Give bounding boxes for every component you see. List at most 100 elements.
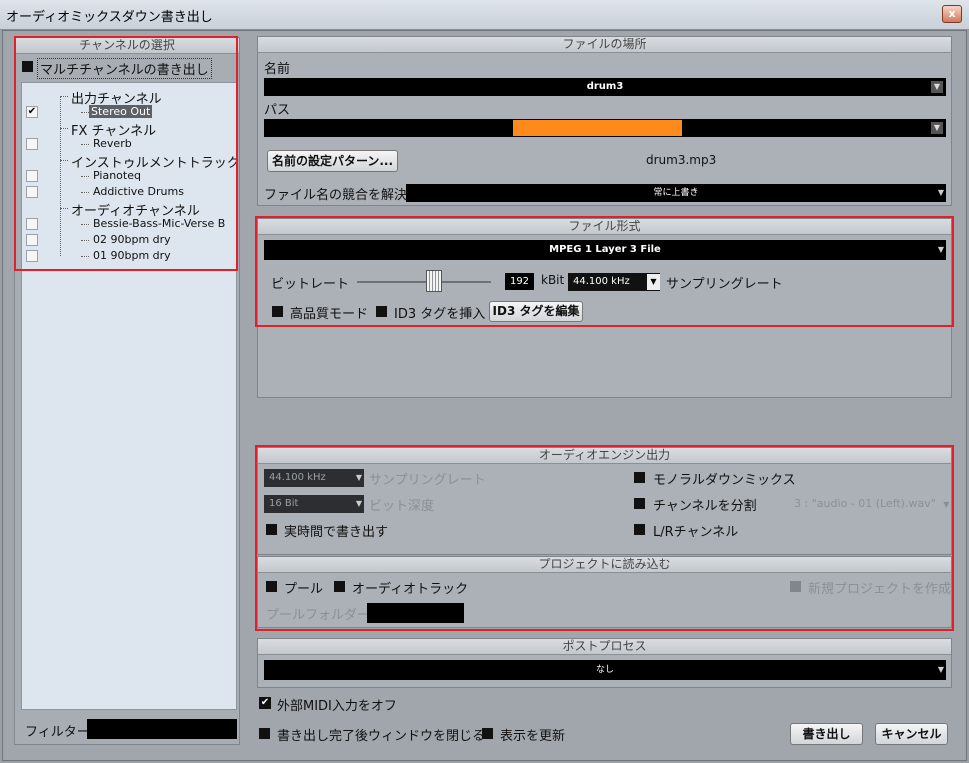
id3-edit-button[interactable]: ID3 タグを編集: [489, 301, 583, 322]
bitrate-label: ビットレート: [271, 277, 350, 292]
format-samplerate-label: サンプリングレート: [666, 277, 783, 292]
channel-checkbox[interactable]: [26, 138, 38, 150]
chevron-down-icon: ▼: [647, 274, 660, 290]
conflict-dropdown[interactable]: 常に上書き ▼: [406, 184, 946, 202]
lr-channel-label[interactable]: L/Rチャンネル: [653, 521, 738, 540]
id3-insert-label[interactable]: ID3 タグを挿入: [394, 303, 485, 322]
channel-list-item[interactable]: Stereo Out: [89, 105, 153, 118]
channel-checkbox[interactable]: [26, 218, 38, 230]
bitdepth-dropdown: 16 Bit ▼: [264, 495, 364, 513]
close-after-checkbox[interactable]: [259, 728, 270, 739]
chevron-down-icon: ▼: [943, 500, 950, 509]
multichannel-checkbox[interactable]: [22, 61, 33, 72]
bitrate-slider-track[interactable]: [357, 281, 491, 283]
channel-list-item[interactable]: 02 90bpm dry: [91, 233, 173, 246]
engine-samplerate-label: サンプリングレート: [369, 473, 486, 488]
path-value-highlight: [513, 120, 682, 136]
tree-connector: [81, 224, 89, 225]
name-label: 名前: [264, 62, 291, 77]
filter-label: フィルター: [25, 725, 90, 740]
multichannel-label[interactable]: マルチチャンネルの書き出し: [37, 58, 212, 79]
chevron-down-icon: ▼: [937, 245, 944, 254]
file-location-header: ファイルの場所: [258, 37, 951, 53]
audio-track-checkbox[interactable]: [334, 581, 345, 592]
channel-checkbox[interactable]: [26, 250, 38, 262]
update-display-label[interactable]: 表示を更新: [500, 725, 565, 744]
tree-connector: [60, 128, 68, 129]
format-dropdown[interactable]: MPEG 1 Layer 3 File ▼: [264, 240, 946, 260]
midi-off-checkbox[interactable]: ✔: [259, 697, 271, 709]
format-samplerate-dropdown[interactable]: 44.100 kHz ▼: [568, 273, 660, 291]
export-button[interactable]: 書き出し: [790, 723, 863, 745]
chevron-down-icon: ▼: [355, 499, 362, 508]
lr-channel-checkbox[interactable]: [634, 524, 645, 535]
new-project-checkbox: [790, 581, 801, 592]
path-history-arrow[interactable]: ▼: [931, 122, 943, 134]
channel-checkbox[interactable]: [26, 234, 38, 246]
name-field[interactable]: drum3 ▼: [264, 78, 946, 96]
pool-folder-label: プールフォルダー: [266, 608, 371, 623]
realtime-checkbox[interactable]: [266, 524, 277, 535]
engine-samplerate-value: 44.100 kHz: [269, 472, 326, 483]
channel-list-item[interactable]: Bessie-Bass-Mic-Verse B: [91, 217, 227, 230]
id3-insert-checkbox[interactable]: [376, 306, 387, 317]
chevron-down-icon: ▼: [355, 473, 362, 482]
channel-checkbox[interactable]: ✔: [26, 106, 38, 118]
realtime-label[interactable]: 実時間で書き出す: [284, 521, 388, 540]
cancel-button[interactable]: キャンセル: [875, 723, 948, 745]
split-channels-label[interactable]: チャンネルを分割: [653, 495, 757, 514]
tree-trunk: [60, 96, 61, 256]
pool-checkbox[interactable]: [266, 581, 277, 592]
mono-downmix-label[interactable]: モノラルダウンミックス: [653, 469, 796, 488]
bitrate-slider-thumb[interactable]: [426, 270, 442, 292]
path-label: パス: [264, 103, 291, 118]
post-process-header: ポストプロセス: [258, 639, 951, 655]
split-channels-preview: 3 : "audio - 01 (Left).wav" ▼: [794, 497, 949, 510]
hq-mode-checkbox[interactable]: [272, 306, 283, 317]
bitrate-value[interactable]: 192: [505, 273, 534, 290]
post-process-dropdown[interactable]: なし ▼: [264, 660, 946, 680]
pool-folder-input[interactable]: [367, 603, 464, 623]
channel-list-item[interactable]: Pianoteq: [91, 169, 143, 182]
channel-list-item[interactable]: 01 90bpm dry: [91, 249, 173, 262]
close-button[interactable]: x: [942, 5, 962, 23]
hq-mode-label[interactable]: 高品質モード: [290, 303, 368, 322]
filename-preview: drum3.mp3: [646, 153, 717, 167]
tree-connector: [81, 192, 89, 193]
midi-off-label[interactable]: 外部MIDI入力をオフ: [277, 695, 397, 714]
close-after-label[interactable]: 書き出し完了後ウィンドウを閉じる: [277, 725, 485, 744]
file-format-header: ファイル形式: [258, 219, 951, 235]
channel-checkbox[interactable]: [26, 170, 38, 182]
channel-list-item[interactable]: Reverb: [91, 137, 134, 150]
bitdepth-label: ビット深度: [369, 499, 435, 514]
name-pattern-button[interactable]: 名前の設定パターン...: [267, 150, 398, 172]
tree-connector: [81, 240, 89, 241]
filter-input[interactable]: [87, 719, 237, 739]
tree-connector: [81, 144, 89, 145]
channel-panel-header: チャンネルの選択: [15, 38, 239, 54]
split-channels-preview-text: 3 : "audio - 01 (Left).wav": [794, 497, 936, 510]
engine-samplerate-dropdown: 44.100 kHz ▼: [264, 469, 364, 487]
channel-list-item[interactable]: Addictive Drums: [91, 185, 186, 198]
pool-label[interactable]: プール: [284, 578, 323, 597]
audio-track-label[interactable]: オーディオトラック: [352, 578, 468, 597]
tree-connector: [81, 176, 89, 177]
bitdepth-value: 16 Bit: [269, 498, 299, 509]
split-channels-checkbox[interactable]: [634, 498, 645, 509]
channel-checkbox[interactable]: [26, 186, 38, 198]
conflict-label: ファイル名の競合を解決: [264, 188, 408, 203]
tree-connector: [60, 208, 68, 209]
path-field[interactable]: ▼: [264, 119, 946, 137]
tree-connector: [60, 160, 68, 161]
post-process-value: なし: [595, 665, 614, 675]
chevron-down-icon: ▼: [937, 188, 944, 197]
new-project-label: 新規プロジェクトを作成: [808, 582, 952, 597]
name-history-arrow[interactable]: ▼: [931, 81, 943, 93]
title-bar: オーディオミックスダウン書き出し x: [0, 0, 969, 30]
mono-downmix-checkbox[interactable]: [634, 472, 645, 483]
tree-connector: [81, 256, 89, 257]
project-import-header: プロジェクトに読み込む: [258, 557, 951, 573]
update-display-checkbox[interactable]: [482, 728, 493, 739]
format-samplerate-value: 44.100 kHz: [573, 276, 630, 287]
format-dropdown-value: MPEG 1 Layer 3 File: [549, 244, 661, 255]
